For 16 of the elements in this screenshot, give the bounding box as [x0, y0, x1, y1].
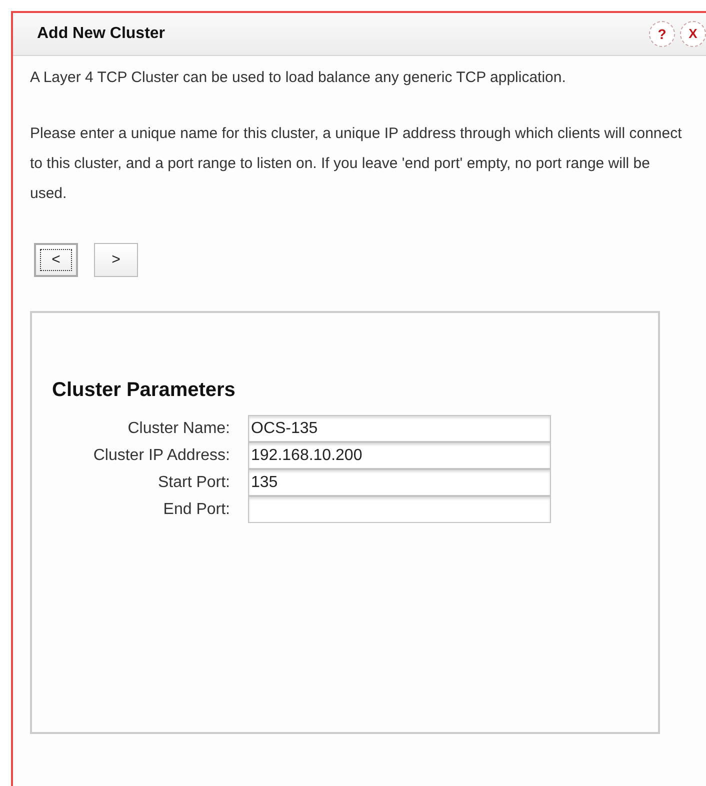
field-label: Start Port:	[156, 472, 230, 492]
dialog-title: Add New Cluster	[37, 24, 166, 44]
text-field[interactable]: 192.168.10.200	[248, 442, 551, 469]
field-label: End Port:	[162, 500, 230, 520]
close-button[interactable]: X	[680, 21, 706, 47]
intro-text: A Layer 4 TCP Cluster can be used to load balance any generic TCP application.	[30, 68, 567, 88]
text-field[interactable]: OCS-135	[248, 415, 551, 442]
instructions-text: Please enter a unique name for this cluster, a unique IP address through which clients will connect to this cluster, and a port range to listen on. If you leave 'end port' empty, no port range will be used.	[30, 124, 683, 204]
text-field[interactable]	[248, 496, 551, 523]
previous-button[interactable]: <	[34, 243, 78, 277]
next-button[interactable]: >	[94, 243, 138, 277]
field-label: Cluster Name:	[126, 418, 230, 438]
text-field[interactable]: 135	[248, 469, 551, 496]
field-label: Cluster IP Address:	[92, 446, 230, 466]
section-heading: Cluster Parameters	[52, 378, 236, 403]
help-button[interactable]: ?	[649, 21, 675, 47]
